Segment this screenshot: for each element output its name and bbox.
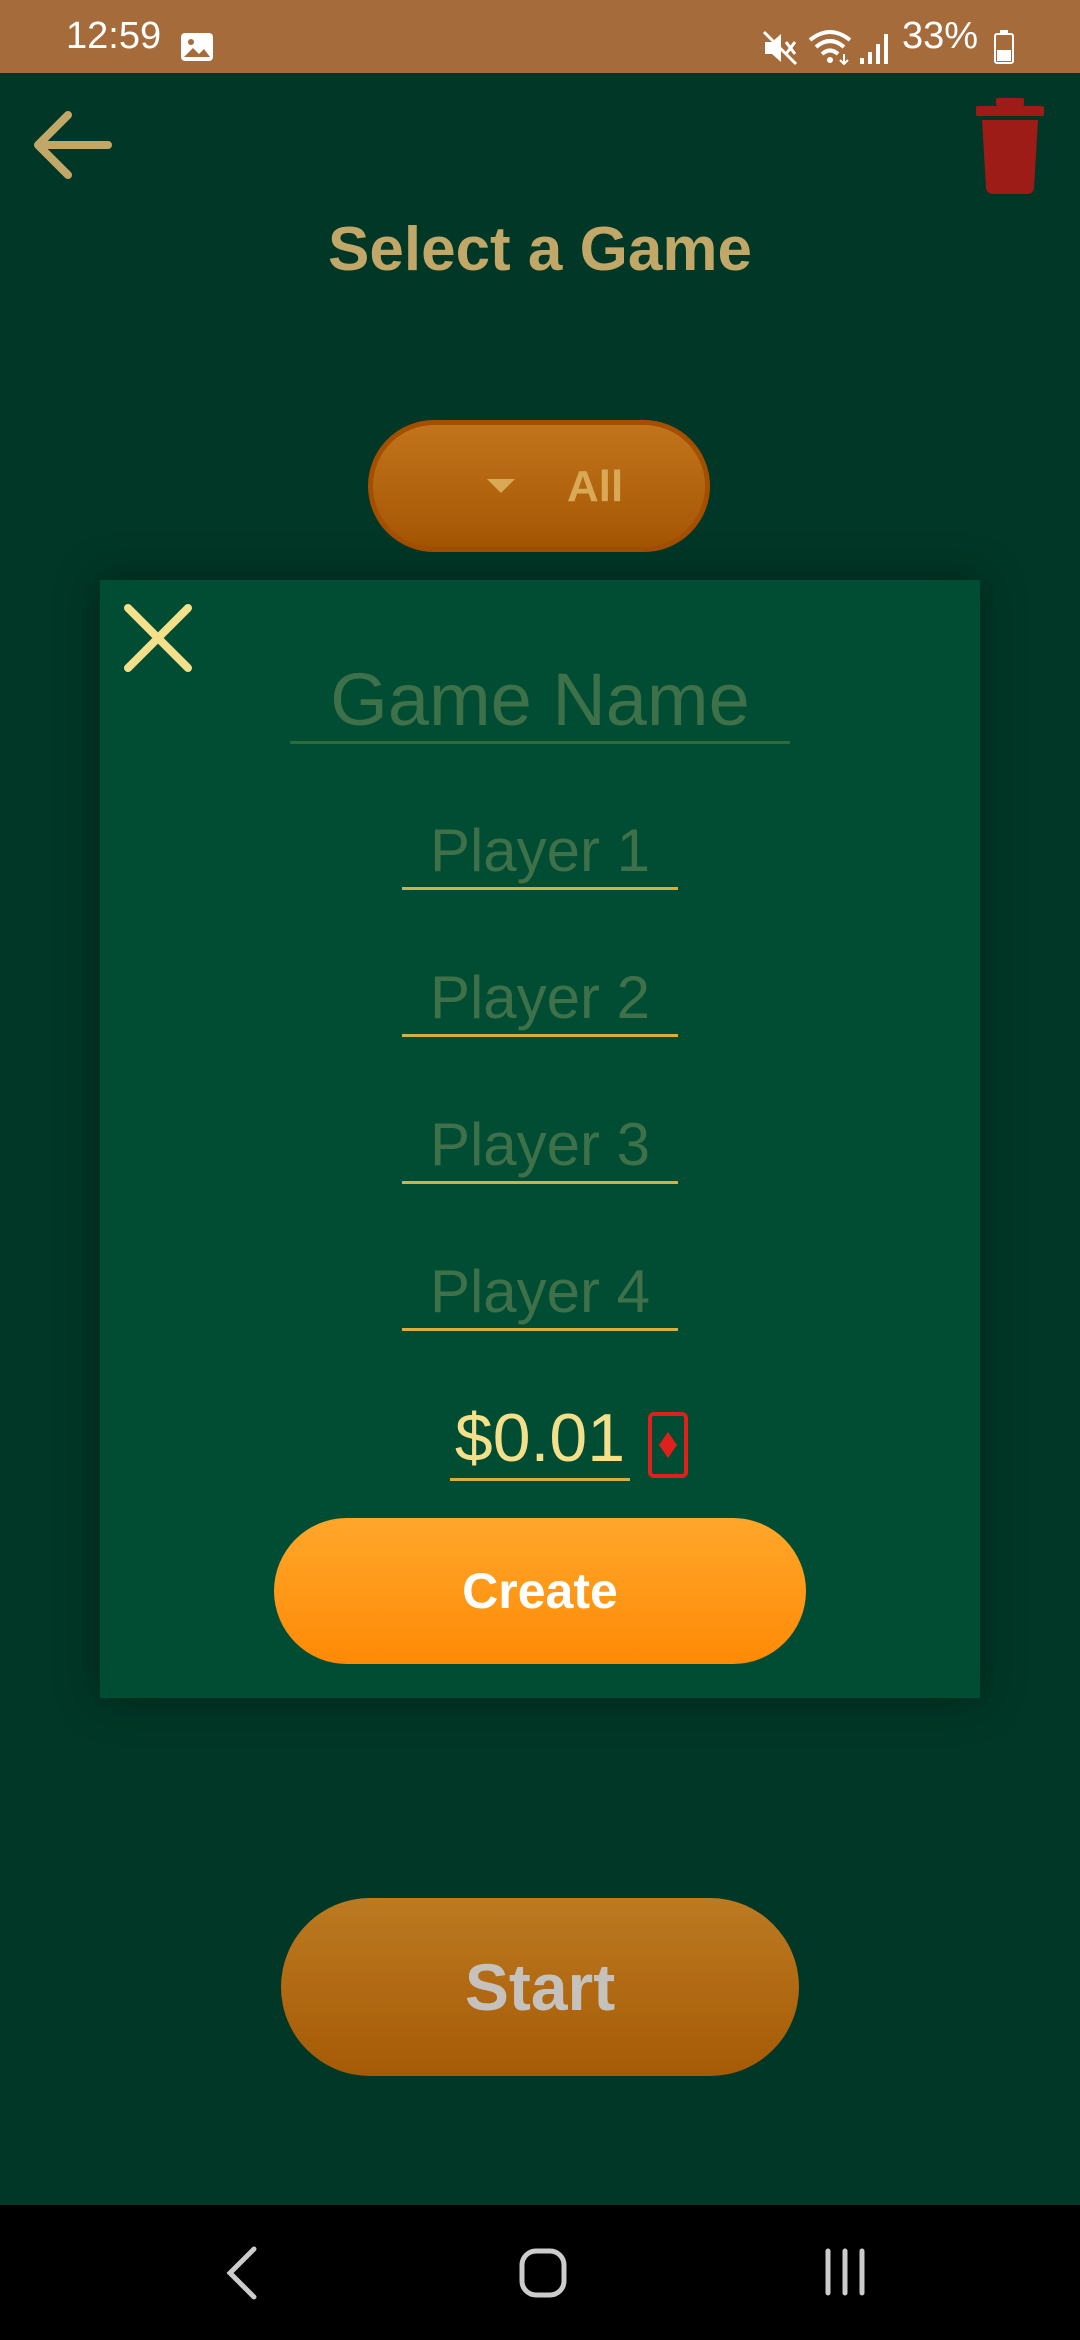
image-icon (181, 33, 213, 61)
status-time: 12:59 (66, 15, 162, 57)
system-nav-bar (0, 2205, 1080, 2340)
page-title: Select a Game (328, 215, 752, 284)
arrow-left-icon (34, 111, 112, 179)
filter-selected-label: All (567, 462, 624, 511)
mute-icon (762, 30, 798, 66)
back-button[interactable] (28, 100, 118, 190)
nav-recents-icon[interactable] (822, 2247, 868, 2297)
player-3-input[interactable] (402, 1108, 678, 1184)
player-1-input[interactable] (402, 814, 678, 890)
wifi-icon (808, 30, 852, 66)
status-bar: 12:59 33% (0, 0, 1080, 73)
signal-icon (860, 34, 888, 64)
diamond-card-icon[interactable] (648, 1412, 688, 1478)
game-filter-dropdown[interactable]: All (368, 420, 710, 552)
delete-button[interactable] (970, 96, 1050, 196)
battery-percent: 33% (902, 15, 979, 57)
start-button[interactable]: Start (281, 1898, 799, 2076)
nav-home-icon[interactable] (518, 2245, 568, 2301)
nav-back-icon[interactable] (222, 2245, 262, 2301)
stake-input[interactable]: $0.01 (450, 1398, 630, 1481)
close-button[interactable] (120, 600, 196, 676)
caret-down-icon (487, 479, 515, 493)
new-game-dialog: $0.01 Create (100, 580, 980, 1698)
create-button[interactable]: Create (274, 1518, 806, 1664)
game-name-input[interactable] (290, 658, 790, 744)
player-2-input[interactable] (402, 961, 678, 1037)
close-icon (124, 604, 192, 672)
trash-icon (976, 98, 1044, 194)
player-4-input[interactable] (402, 1255, 678, 1331)
battery-icon (994, 30, 1014, 64)
